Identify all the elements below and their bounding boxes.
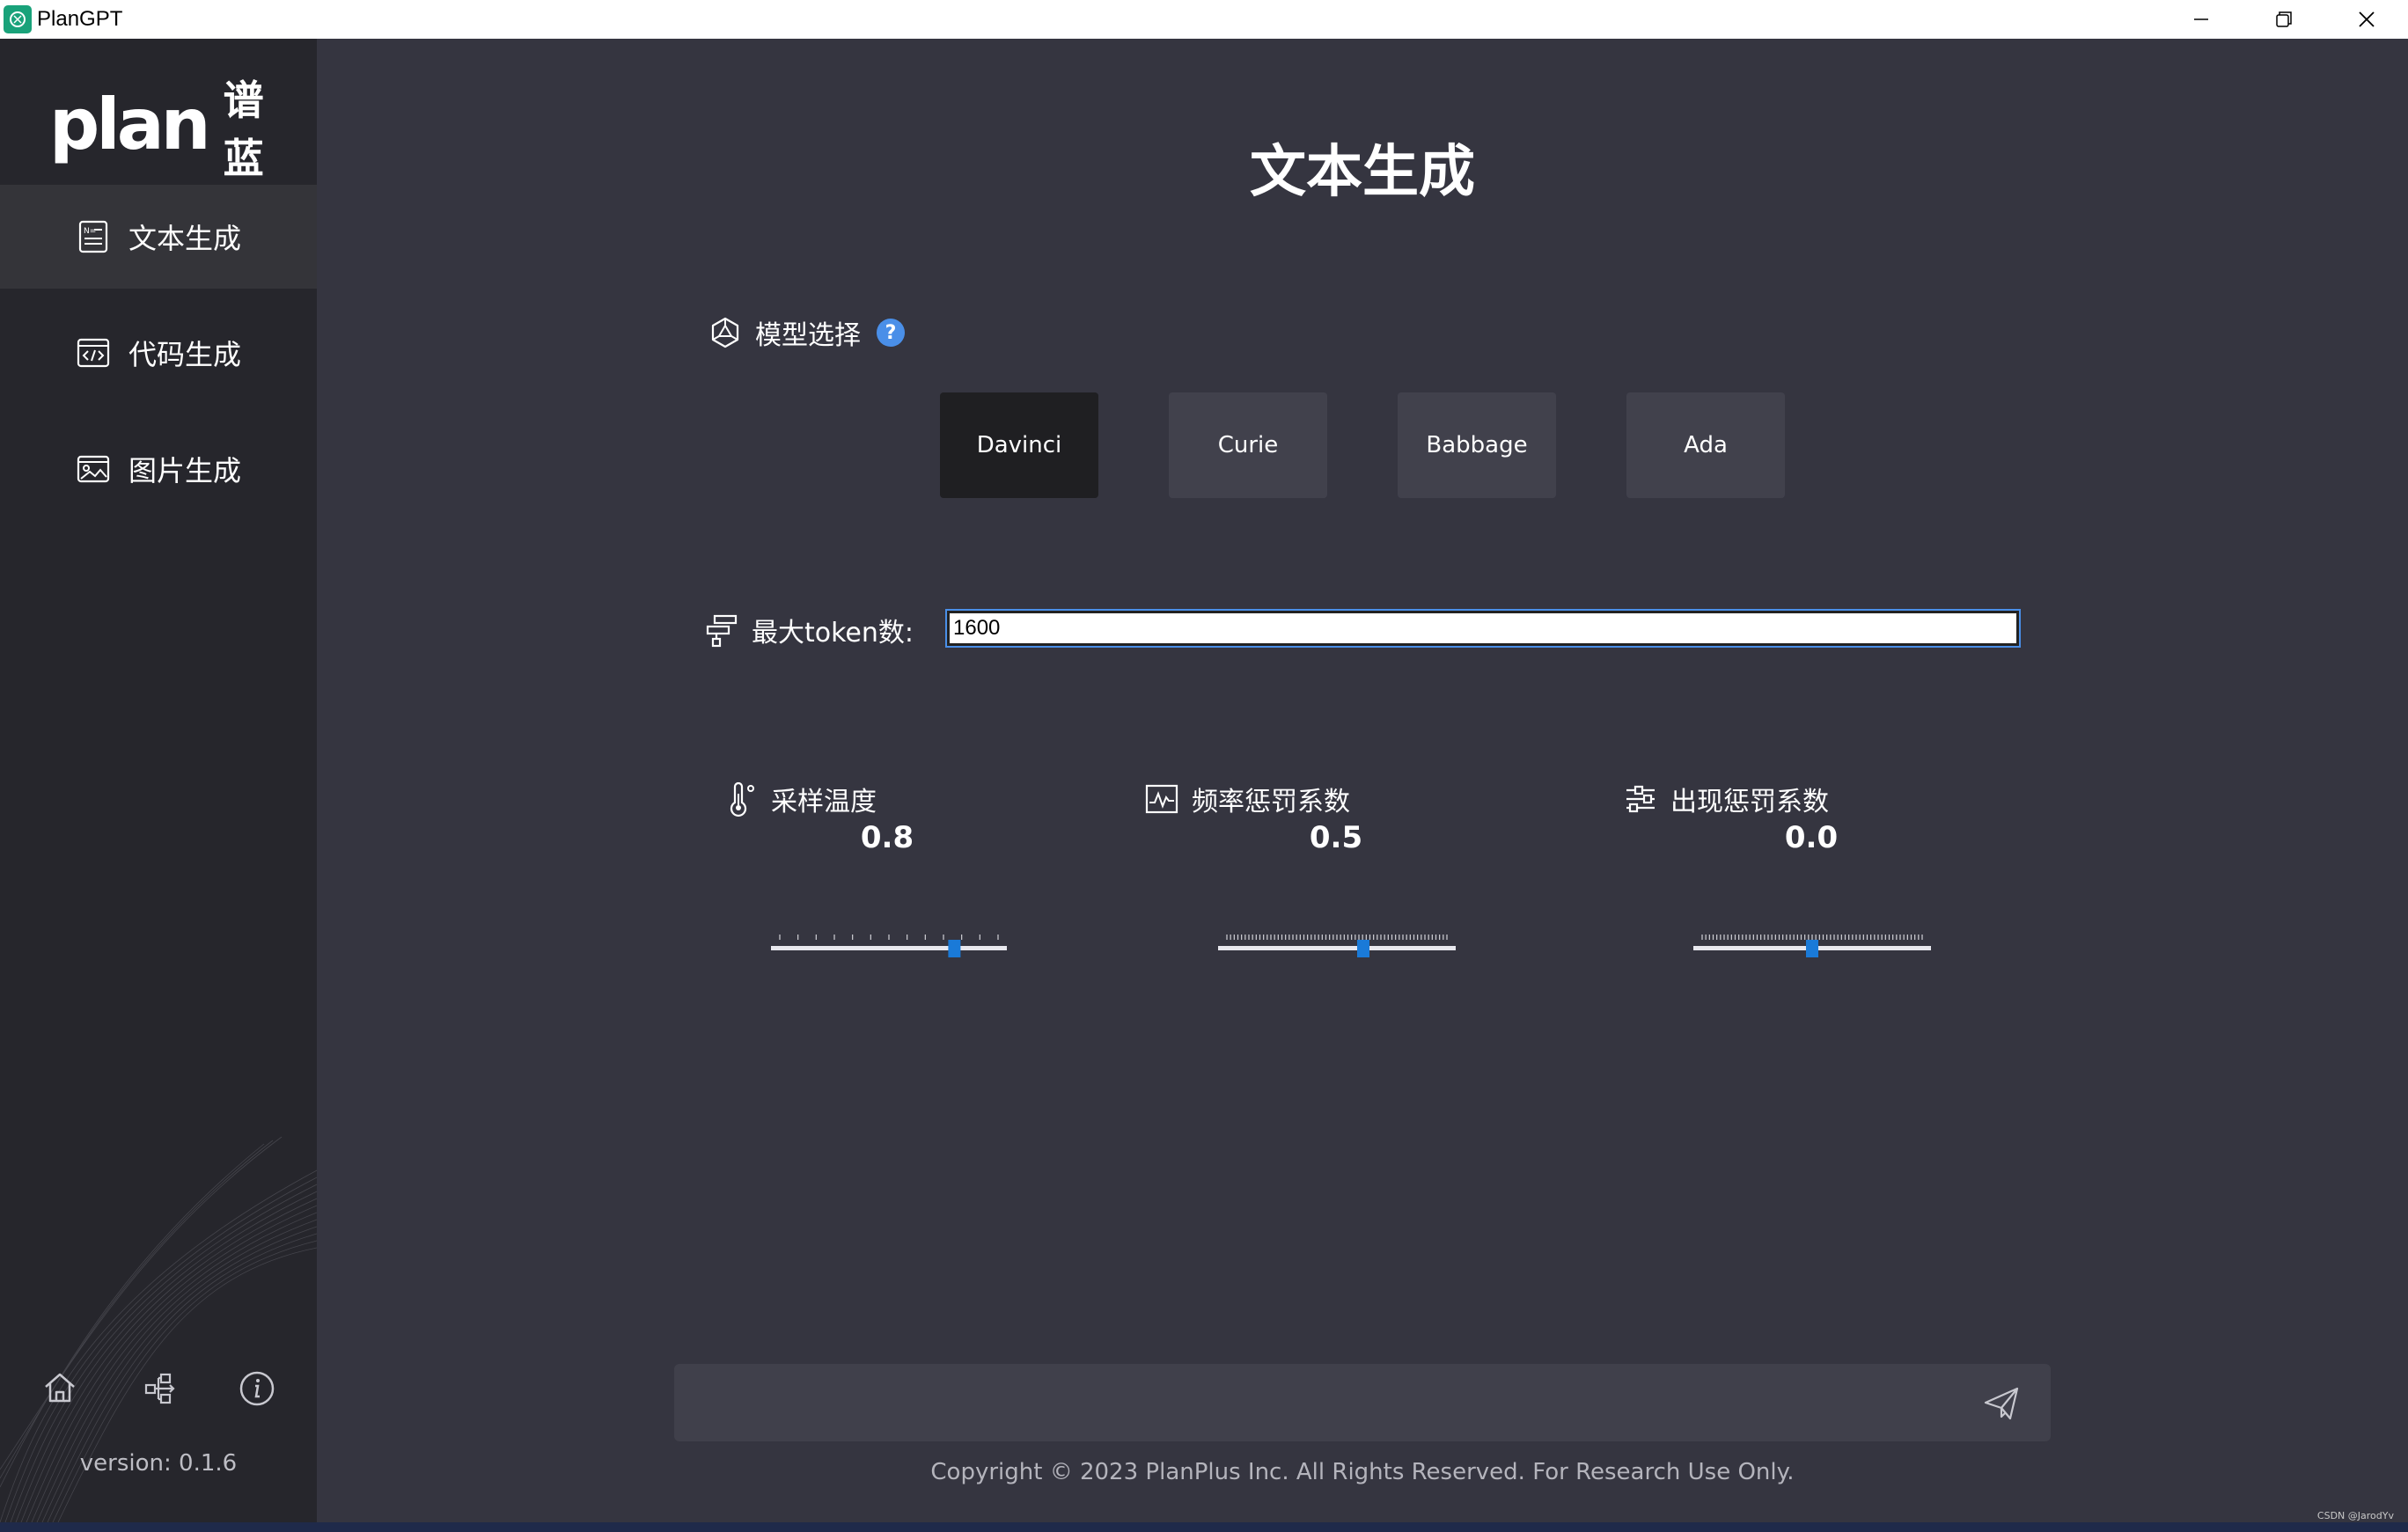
- logo: plan 谱蓝: [49, 67, 278, 182]
- version-label: version: 0.1.6: [79, 1450, 238, 1477]
- sidebar-item-label: 图片生成: [128, 454, 242, 487]
- app-logo-icon: [4, 5, 32, 33]
- presence-penalty-label: 出现惩罚系数: [1623, 780, 1829, 818]
- frequency-penalty-value: 0.5: [1309, 820, 1363, 855]
- presence-penalty-value: 0.0: [1784, 820, 1839, 855]
- model-button-davinci[interactable]: Davinci: [940, 392, 1098, 498]
- model-select-label: 模型选择 ?: [708, 313, 905, 352]
- temperature-text: 采样温度: [771, 787, 877, 817]
- temperature-slider[interactable]: [771, 931, 1007, 966]
- slider-track: [771, 946, 1007, 950]
- close-icon: [2359, 11, 2375, 27]
- slider-handle: [1357, 940, 1369, 957]
- sidebar-item-code-gen[interactable]: 代码生成: [0, 301, 317, 405]
- model-button-curie[interactable]: Curie: [1169, 392, 1327, 498]
- cube-icon: [711, 317, 739, 348]
- token-icon: [706, 614, 738, 648]
- logo-cn-text: 谱蓝: [223, 77, 264, 182]
- close-button[interactable]: [2325, 0, 2408, 39]
- sidebar-item-label: 代码生成: [128, 338, 242, 371]
- frequency-penalty-slider[interactable]: [1218, 931, 1456, 966]
- slider-handle: [1806, 940, 1818, 957]
- svg-text:N=: N=: [84, 227, 96, 236]
- title-bar: PlanGPT: [0, 0, 2408, 39]
- model-button-ada[interactable]: Ada: [1626, 392, 1785, 498]
- sidebar-item-text-gen[interactable]: N= 文本生成: [0, 185, 317, 289]
- frequency-penalty-text: 频率惩罚系数: [1192, 787, 1350, 817]
- slider-track: [1218, 946, 1456, 950]
- max-tokens-text: 最大token数:: [752, 618, 914, 649]
- prompt-input[interactable]: [674, 1364, 2051, 1441]
- chart-pulse-icon: [1145, 784, 1178, 814]
- sliders-icon: [1626, 785, 1655, 813]
- temperature-value: 0.8: [860, 820, 914, 855]
- window-title: PlanGPT: [37, 7, 123, 31]
- text-doc-icon: N=: [78, 220, 108, 253]
- page-title: 文本生成: [1250, 140, 1475, 205]
- model-select-text: 模型选择: [755, 320, 861, 351]
- watermark: CSDN @JarodYv: [2316, 1510, 2394, 1521]
- model-button-babbage[interactable]: Babbage: [1398, 392, 1556, 498]
- restore-icon: [2276, 11, 2292, 27]
- presence-penalty-text: 出现惩罚系数: [1670, 787, 1829, 817]
- sidebar: plan 谱蓝 N= 文本生成 代码生成 图片生成 version: 0.1.6: [0, 39, 317, 1522]
- code-icon: [77, 338, 110, 368]
- logo-text: plan: [49, 83, 211, 165]
- send-icon[interactable]: [1982, 1383, 2021, 1422]
- temperature-label: 采样温度: [723, 780, 877, 818]
- info-icon[interactable]: [236, 1367, 278, 1410]
- sidebar-item-label: 文本生成: [128, 222, 242, 255]
- slider-handle: [948, 940, 961, 957]
- image-icon: [77, 455, 110, 483]
- network-icon[interactable]: [137, 1367, 180, 1410]
- max-tokens-input[interactable]: 1600: [945, 609, 2021, 648]
- thermometer-icon: [730, 781, 754, 817]
- max-tokens-label: 最大token数:: [704, 611, 914, 649]
- main-panel: 文本生成 模型选择 ? Davinci Curie Babbage Ada 最大…: [317, 39, 2408, 1522]
- frequency-penalty-label: 频率惩罚系数: [1144, 780, 1350, 818]
- help-icon[interactable]: ?: [877, 319, 905, 347]
- presence-penalty-slider[interactable]: [1693, 931, 1931, 966]
- minimize-button[interactable]: [2160, 0, 2243, 39]
- taskbar-edge: [0, 1522, 2408, 1532]
- home-icon[interactable]: [39, 1367, 81, 1410]
- minimize-icon: [2194, 18, 2208, 20]
- restore-button[interactable]: [2243, 0, 2325, 39]
- copyright-text: Copyright © 2023 PlanPlus Inc. All Right…: [930, 1459, 1795, 1485]
- sidebar-item-image-gen[interactable]: 图片生成: [0, 417, 317, 521]
